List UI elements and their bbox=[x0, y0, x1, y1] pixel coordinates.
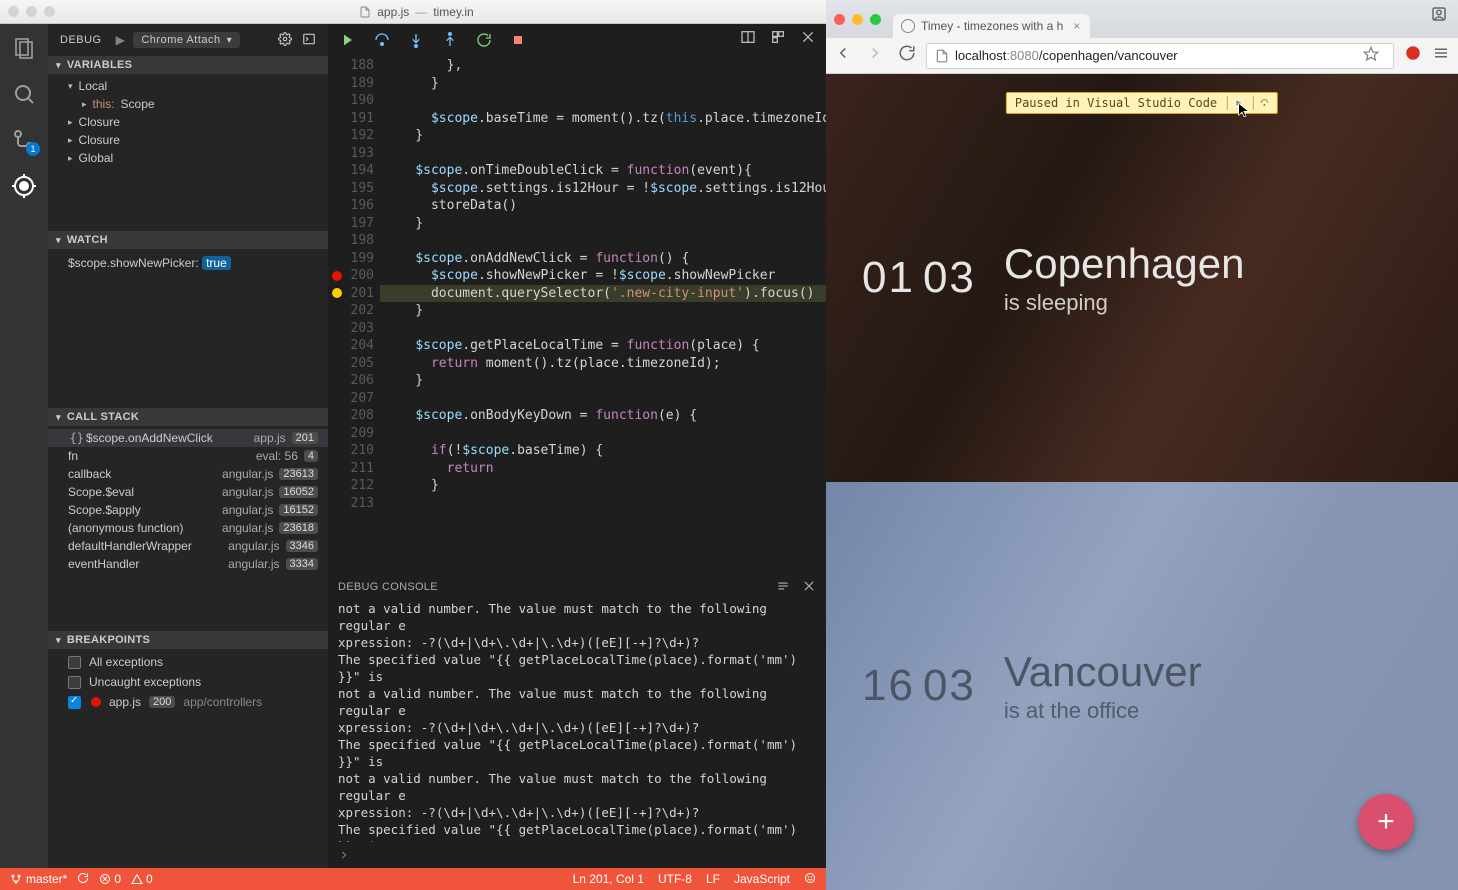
callstack-frame[interactable]: Scope.$evalangular.js16052 bbox=[48, 483, 328, 501]
sync-icon[interactable] bbox=[77, 872, 89, 887]
cursor-position[interactable]: Ln 201, Col 1 bbox=[573, 872, 644, 886]
var-this[interactable]: ▸this: Scope bbox=[48, 95, 328, 113]
time-display: 0103 bbox=[862, 253, 976, 303]
debug-icon[interactable] bbox=[10, 172, 38, 200]
explorer-icon[interactable] bbox=[10, 34, 38, 62]
console-icon[interactable] bbox=[302, 32, 316, 49]
breakpoint-row[interactable]: app.js200app/controllers bbox=[48, 692, 328, 712]
scope-global[interactable]: ▸Global bbox=[48, 149, 328, 167]
city-status: is sleeping bbox=[1004, 290, 1245, 316]
console-input[interactable] bbox=[328, 842, 826, 868]
more-icon[interactable] bbox=[770, 29, 786, 50]
callstack-frame[interactable]: defaultHandlerWrapperangular.js3346 bbox=[48, 537, 328, 555]
language-mode[interactable]: JavaScript bbox=[734, 872, 790, 886]
step-out-button[interactable] bbox=[440, 30, 460, 50]
gear-icon[interactable] bbox=[278, 32, 292, 49]
search-icon[interactable] bbox=[10, 80, 38, 108]
breakpoint-row[interactable]: All exceptions bbox=[48, 652, 328, 672]
code-editor[interactable]: 1881891901911921931941951961971981992002… bbox=[328, 56, 826, 573]
errors-indicator[interactable]: 0 bbox=[99, 872, 121, 886]
watch-expression[interactable]: $scope.showNewPicker: true bbox=[48, 252, 328, 274]
breakpoint-row[interactable]: Uncaught exceptions bbox=[48, 672, 328, 692]
mouse-cursor-icon bbox=[1236, 102, 1252, 123]
breakpoint-dot-icon bbox=[91, 697, 101, 707]
forward-button[interactable] bbox=[866, 44, 884, 67]
page-content: Paused in Visual Studio Code 0103 Copenh… bbox=[826, 74, 1458, 890]
console-output[interactable]: not a valid number. The value must match… bbox=[328, 600, 826, 842]
vscode-window: app.js — timey.in 1 DEBUG ▶ Chrome A bbox=[0, 0, 826, 890]
close-console-icon[interactable] bbox=[802, 579, 816, 596]
callstack-frame[interactable]: (anonymous function)angular.js23618 bbox=[48, 519, 328, 537]
city-status: is at the office bbox=[1004, 698, 1202, 724]
branch-indicator[interactable]: master* bbox=[10, 872, 67, 886]
debug-toolbar bbox=[328, 24, 826, 56]
variables-section-header[interactable]: ▾VARIABLES bbox=[48, 56, 328, 74]
page-icon bbox=[935, 49, 949, 63]
chrome-window: Timey - timezones with a h × localhost:8… bbox=[826, 0, 1458, 890]
callstack-frame[interactable]: fneval: 564 bbox=[48, 447, 328, 465]
stop-button[interactable] bbox=[508, 30, 528, 50]
tab-title: Timey - timezones with a h bbox=[921, 19, 1063, 33]
reload-button[interactable] bbox=[898, 44, 916, 67]
restart-button[interactable] bbox=[474, 30, 494, 50]
git-icon[interactable]: 1 bbox=[10, 126, 38, 154]
titlebar-filename: app.js — timey.in bbox=[55, 5, 778, 19]
time-display: 1603 bbox=[862, 661, 976, 711]
continue-button[interactable] bbox=[338, 30, 358, 50]
callstack-frame[interactable]: Scope.$applyangular.js16152 bbox=[48, 501, 328, 519]
chrome-toolbar: localhost:8080/copenhagen/vancouver bbox=[826, 38, 1458, 74]
start-config-icon[interactable]: ▶ bbox=[116, 33, 126, 47]
debug-title: DEBUG bbox=[60, 34, 102, 46]
step-over-button[interactable] bbox=[372, 30, 392, 50]
callstack-section-header[interactable]: ▾CALL STACK bbox=[48, 408, 328, 426]
city-panel-copenhagen[interactable]: 0103 Copenhagen is sleeping bbox=[826, 74, 1458, 482]
feedback-icon[interactable] bbox=[804, 872, 816, 887]
city-name: Copenhagen bbox=[1004, 240, 1245, 288]
encoding[interactable]: UTF-8 bbox=[658, 872, 692, 886]
menu-icon[interactable] bbox=[1432, 44, 1450, 67]
profile-icon[interactable] bbox=[1430, 5, 1448, 28]
split-editor-icon[interactable] bbox=[740, 29, 756, 50]
close-editor-icon[interactable] bbox=[800, 29, 816, 50]
step-into-button[interactable] bbox=[406, 30, 426, 50]
adblock-icon[interactable] bbox=[1404, 44, 1422, 67]
warnings-indicator[interactable]: 0 bbox=[131, 872, 153, 886]
browser-tab[interactable]: Timey - timezones with a h × bbox=[893, 14, 1090, 38]
checkbox[interactable] bbox=[68, 656, 81, 669]
scope-local[interactable]: ▾Local bbox=[48, 77, 328, 95]
activity-bar: 1 bbox=[0, 24, 48, 868]
console-title: DEBUG CONSOLE bbox=[338, 581, 438, 593]
callstack-frame[interactable]: callbackangular.js23613 bbox=[48, 465, 328, 483]
debug-config-dropdown[interactable]: Chrome Attach ▾ bbox=[133, 32, 240, 48]
breakpoints-section-header[interactable]: ▾BREAKPOINTS bbox=[48, 631, 328, 649]
scope-closure-2[interactable]: ▸Closure bbox=[48, 131, 328, 149]
step-icon[interactable] bbox=[1253, 96, 1269, 110]
traffic-lights[interactable] bbox=[8, 6, 55, 17]
debug-console: DEBUG CONSOLE not a valid number. The va… bbox=[328, 573, 826, 868]
status-bar: master* 0 0 Ln 201, Col 1 UTF-8 LF JavaS… bbox=[0, 868, 826, 890]
favicon-icon bbox=[901, 19, 915, 33]
city-name: Vancouver bbox=[1004, 648, 1202, 696]
address-bar[interactable]: localhost:8080/copenhagen/vancouver bbox=[926, 43, 1394, 69]
chrome-tabstrip: Timey - timezones with a h × bbox=[826, 0, 1458, 38]
checkbox[interactable] bbox=[68, 696, 81, 709]
clear-console-icon[interactable] bbox=[776, 579, 790, 596]
close-tab-icon[interactable]: × bbox=[1073, 19, 1080, 33]
callstack-frame[interactable]: eventHandlerangular.js3334 bbox=[48, 555, 328, 573]
vscode-titlebar: app.js — timey.in bbox=[0, 0, 826, 24]
callstack-frame[interactable]: {}$scope.onAddNewClickapp.js201 bbox=[48, 429, 328, 447]
checkbox[interactable] bbox=[68, 676, 81, 689]
debug-header: DEBUG ▶ Chrome Attach ▾ bbox=[48, 24, 328, 56]
watch-section-header[interactable]: ▾WATCH bbox=[48, 231, 328, 249]
add-city-button[interactable]: + bbox=[1358, 794, 1414, 850]
file-icon bbox=[359, 6, 371, 18]
bookmark-icon[interactable] bbox=[1363, 46, 1385, 65]
chrome-traffic-lights[interactable] bbox=[834, 14, 881, 25]
city-panel-vancouver[interactable]: 1603 Vancouver is at the office + bbox=[826, 482, 1458, 890]
eol[interactable]: LF bbox=[706, 872, 720, 886]
scope-closure-1[interactable]: ▸Closure bbox=[48, 113, 328, 131]
pause-label: Paused in Visual Studio Code bbox=[1015, 96, 1217, 110]
back-button[interactable] bbox=[834, 44, 852, 67]
debug-sidebar: DEBUG ▶ Chrome Attach ▾ ▾VARIABLES bbox=[48, 24, 328, 868]
